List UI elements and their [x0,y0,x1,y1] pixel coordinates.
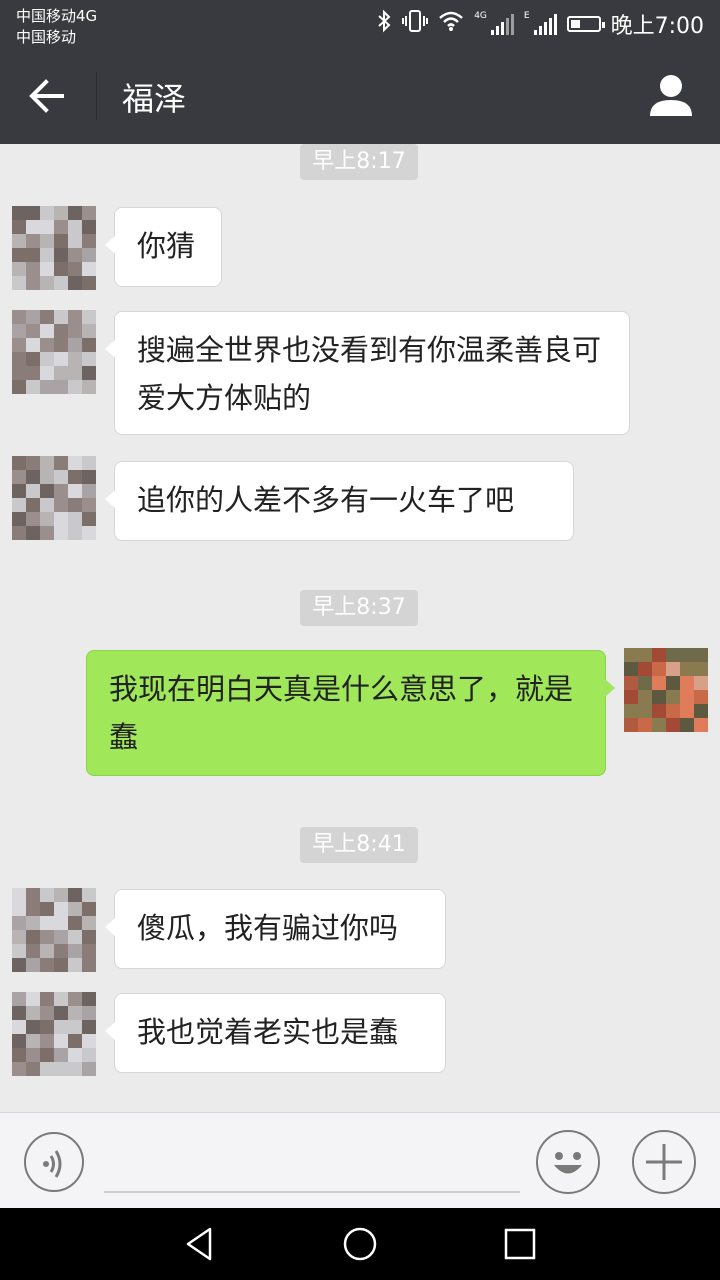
profile-button[interactable] [648,72,694,118]
message-bubble[interactable]: 我也觉着老实也是蠢 [105,993,446,1073]
voice-button[interactable] [24,1132,84,1192]
timestamp: 早上8:41 [300,827,418,863]
message-text: 追你的人差不多有一火车了吧 [137,483,515,517]
status-bar: 中国移动4G 中国移动 4G E 晚上7:00 [0,0,720,48]
avatar[interactable] [12,206,96,290]
vibrate-icon [402,9,429,39]
message-input[interactable] [104,1191,520,1193]
system-nav-bar [0,1208,720,1280]
message-text: 我也觉着老实也是蠢 [137,1015,399,1049]
back-button[interactable] [26,76,70,116]
emoji-button[interactable] [536,1130,600,1194]
network-type-label-2: E [523,11,530,21]
message-text: 傻瓜，我有骗过你吗 [137,911,399,945]
message-bubble[interactable]: 搜遍全世界也没看到有你温柔善良可爱大方体贴的 [105,311,630,435]
nav-home-button[interactable] [342,1226,378,1262]
arrow-left-icon [29,79,64,113]
carrier-primary: 中国移动4G [16,7,98,25]
back-triangle-icon [186,1227,212,1261]
input-bar [0,1112,720,1209]
carrier-secondary: 中国移动 [16,28,77,46]
message-bubble-outgoing[interactable]: 我现在明白天真是什么意思了，就是蠢 [86,650,615,776]
nav-back-button[interactable] [182,1226,218,1262]
battery-icon [566,16,605,32]
message-bubble[interactable]: 傻瓜，我有骗过你吗 [105,889,446,969]
plus-icon [646,1144,682,1180]
message-bubble[interactable]: 追你的人差不多有一火车了吧 [105,461,574,541]
avatar[interactable] [12,456,96,540]
voice-icon [43,1150,62,1178]
avatar-self[interactable] [624,648,708,732]
home-circle-icon [343,1227,377,1261]
avatar[interactable] [12,992,96,1076]
timestamp: 早上8:17 [300,144,418,180]
page-title: 福泽 [122,80,187,118]
network-type-label: 4G [474,11,487,21]
avatar[interactable] [12,888,96,972]
message-text: 搜遍全世界也没看到有你温柔善良可爱大方体贴的 [137,333,602,415]
bluetooth-icon [376,9,392,39]
timestamp: 早上8:37 [300,590,418,626]
smiley-icon [554,1152,582,1174]
nav-recents-button[interactable] [502,1226,538,1262]
header-divider [96,72,97,120]
avatar[interactable] [12,310,96,394]
signal-icon [533,13,557,35]
message-text: 我现在明白天真是什么意思了，就是蠢 [109,672,574,754]
chat-header: 福泽 [0,48,720,144]
wifi-icon [438,10,464,38]
message-text: 你猜 [137,229,196,263]
status-icons: 4G E 晚上7:00 [376,8,704,40]
status-time: 晚上7:00 [610,14,704,39]
recents-square-icon [504,1228,536,1260]
signal-icon [490,13,514,35]
message-bubble[interactable]: 你猜 [105,207,222,287]
person-icon [650,75,692,116]
more-button[interactable] [632,1130,696,1194]
